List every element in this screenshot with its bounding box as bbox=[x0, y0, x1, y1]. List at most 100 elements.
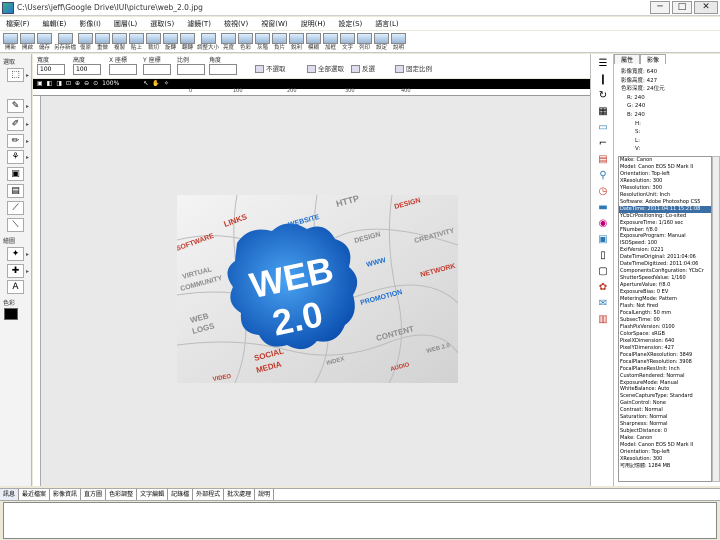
exif-list-item[interactable]: ExposureMode: Manual bbox=[619, 380, 711, 387]
selection-tool-icon[interactable]: ⬚ bbox=[7, 68, 24, 82]
nav-next-icon[interactable]: ◨ bbox=[56, 79, 62, 89]
expand-arrow-icon[interactable]: ▸ bbox=[26, 121, 29, 128]
exif-list-item[interactable]: WhiteBalance: Auto bbox=[619, 386, 711, 393]
text-tool-icon[interactable]: A bbox=[7, 280, 24, 294]
nav-prev-icon[interactable]: ◧ bbox=[47, 79, 53, 89]
exif-list-item[interactable]: SceneCaptureType: Standard bbox=[619, 393, 711, 400]
tab-image[interactable]: 影像 bbox=[640, 54, 667, 64]
exif-scrollbar[interactable] bbox=[712, 156, 720, 482]
exif-list-item[interactable]: ResolutionUnit: Inch bbox=[619, 192, 711, 199]
gradient-tool-icon[interactable]: ▤ bbox=[7, 184, 24, 198]
exif-list-item[interactable]: FocalPlaneXResolution: 3849 bbox=[619, 352, 711, 359]
bottom-tab[interactable]: 影像資訊 bbox=[50, 489, 82, 500]
toolbar-button[interactable]: 列印 bbox=[357, 33, 373, 52]
exif-list-item[interactable]: Make: Canon bbox=[619, 435, 711, 442]
toolbar-button[interactable]: 裁切 bbox=[146, 33, 162, 52]
bottom-tab[interactable]: 文字編輯 bbox=[137, 489, 169, 500]
eyedropper-tool-icon[interactable]: ⟋ bbox=[7, 201, 24, 215]
exif-list-item[interactable]: ISOSpeed: 100 bbox=[619, 240, 711, 247]
expand-arrow-icon[interactable]: ▸ bbox=[26, 251, 29, 258]
menu-settings[interactable]: 設定(S) bbox=[338, 19, 362, 29]
expand-arrow-icon[interactable]: ▸ bbox=[26, 138, 29, 145]
bottom-tab[interactable]: 外部程式 bbox=[193, 489, 225, 500]
toolbar-button[interactable]: 重做 bbox=[95, 33, 111, 52]
menu-edit[interactable]: 編輯(E) bbox=[43, 19, 67, 29]
exif-list-item[interactable]: FocalLength: 50 mm bbox=[619, 310, 711, 317]
expand-arrow-icon[interactable]: ▸ bbox=[26, 268, 29, 275]
exif-list-item[interactable]: ApertureValue: f/8.0 bbox=[619, 282, 711, 289]
menu-filter[interactable]: 濾鏡(T) bbox=[187, 19, 211, 29]
info-icon[interactable]: ❙ bbox=[596, 74, 610, 86]
toolbar-button[interactable]: 文字 bbox=[340, 33, 356, 52]
exif-list-item[interactable]: XResolution: 300 bbox=[619, 456, 711, 463]
exif-list-item[interactable]: XResolution: 300 bbox=[619, 178, 711, 185]
exif-list-item[interactable]: DateTimeDigitized: 2011:04:06 bbox=[619, 261, 711, 268]
exif-list-item[interactable]: ColorSpace: sRGB bbox=[619, 331, 711, 338]
exif-list-item[interactable]: ExifVersion: 0221 bbox=[619, 247, 711, 254]
menu-view[interactable]: 檢視(V) bbox=[224, 19, 248, 29]
eraser-tool-icon[interactable]: ✐ bbox=[7, 117, 24, 131]
bottom-tab[interactable]: 批次處理 bbox=[224, 489, 256, 500]
zoom-level[interactable]: 100% bbox=[102, 79, 119, 89]
minimize-button[interactable]: ─ bbox=[650, 1, 670, 14]
zoom-actual-icon[interactable]: ⊙ bbox=[93, 79, 98, 89]
toolbar-button[interactable]: 色彩 bbox=[238, 33, 254, 52]
expand-arrow-icon[interactable]: ▸ bbox=[26, 154, 29, 161]
ratio-input[interactable] bbox=[177, 64, 205, 75]
toolbar-button[interactable]: 加框 bbox=[323, 33, 339, 52]
line-tool-icon[interactable]: ⟍ bbox=[7, 218, 24, 232]
bottom-tab[interactable]: 最近檔案 bbox=[19, 489, 51, 500]
clock-icon[interactable]: ◷ bbox=[596, 186, 610, 198]
exif-list-item[interactable]: MeteringMode: Pattern bbox=[619, 296, 711, 303]
toolbar-button[interactable]: 設定 bbox=[374, 33, 390, 52]
tab-properties[interactable]: 屬性 bbox=[614, 54, 641, 64]
height-input[interactable]: 100 bbox=[73, 64, 101, 75]
exif-list-item[interactable]: FNumber: f/8.0 bbox=[619, 227, 711, 234]
zoom-out-icon[interactable]: ⊖ bbox=[84, 79, 89, 89]
exif-list-item[interactable]: SubjectDistance: 0 bbox=[619, 428, 711, 435]
toolbar-button[interactable]: 復原 bbox=[78, 33, 94, 52]
bag-icon[interactable]: ◉ bbox=[596, 218, 610, 230]
exif-list-item[interactable]: Flash: Not fired bbox=[619, 303, 711, 310]
exif-list-item[interactable]: ExposureTime: 1/160 sec bbox=[619, 220, 711, 227]
menu-select[interactable]: 選取(S) bbox=[150, 19, 174, 29]
menu-image[interactable]: 影像(I) bbox=[79, 19, 101, 29]
fit-icon[interactable]: ⊡ bbox=[66, 79, 71, 89]
rotate-icon[interactable]: ↻ bbox=[596, 90, 610, 102]
exif-list-item[interactable]: 可用記憶體: 1284 MB bbox=[619, 463, 711, 470]
exif-list-item[interactable]: FocalPlaneYResolution: 3908 bbox=[619, 359, 711, 366]
toolbar-button[interactable]: 銳利 bbox=[289, 33, 305, 52]
exif-list-item[interactable]: SubsecTime: 00 bbox=[619, 317, 711, 324]
expand-arrow-icon[interactable]: ▸ bbox=[26, 72, 29, 79]
exif-list-item[interactable]: ShutterSpeedValue: 1/160 bbox=[619, 275, 711, 282]
toolbar-button[interactable]: 旋轉 bbox=[163, 33, 179, 52]
exif-list-item[interactable]: YCbCrPositioning: Co-sited bbox=[619, 213, 711, 220]
angle-input[interactable] bbox=[209, 64, 237, 75]
stamp-tool-icon[interactable]: ⚘ bbox=[7, 150, 24, 164]
bottom-tab[interactable]: 說明 bbox=[255, 489, 275, 500]
exif-list-item[interactable]: ExposureProgram: Manual bbox=[619, 233, 711, 240]
red-eye-tool-icon[interactable]: ✚ bbox=[7, 264, 24, 278]
bottom-tab[interactable]: 記錄檔 bbox=[168, 489, 194, 500]
toolbar-button[interactable]: 另存新檔 bbox=[54, 33, 76, 52]
select-all-button[interactable]: 全部選取 bbox=[307, 63, 344, 73]
deselect-button[interactable]: 不選取 bbox=[255, 63, 286, 73]
exif-list-item[interactable]: FocalPlaneResUnit: Inch bbox=[619, 366, 711, 373]
exif-list-item[interactable]: FlashPixVersion: 0100 bbox=[619, 324, 711, 331]
exif-list[interactable]: Make: Canon Model: Canon EOS 5D Mark II Or… bbox=[618, 156, 712, 482]
color-picker-icon[interactable]: ✦ bbox=[7, 247, 24, 261]
maximize-button[interactable]: □ bbox=[672, 1, 692, 14]
output-console[interactable] bbox=[3, 502, 717, 539]
chart-icon[interactable]: ▥ bbox=[596, 314, 610, 326]
exif-list-item[interactable]: Orientation: Top-left bbox=[619, 171, 711, 178]
film-icon[interactable]: ▬ bbox=[596, 202, 610, 214]
fixed-ratio-button[interactable]: 固定比例 bbox=[395, 63, 432, 73]
toolbar-button[interactable]: 說明 bbox=[391, 33, 407, 52]
exif-list-item[interactable]: ExposureBias: 0 EV bbox=[619, 289, 711, 296]
page-icon[interactable]: ▢ bbox=[596, 266, 610, 278]
exif-list-item[interactable]: Model: Canon EOS 5D Mark II bbox=[619, 164, 711, 171]
exif-list-item[interactable]: Software: Adobe Photoshop CS5 bbox=[619, 199, 711, 206]
layers-icon[interactable]: ▤ bbox=[596, 154, 610, 166]
grid-icon[interactable]: ▦ bbox=[596, 106, 610, 118]
bottom-tab[interactable]: 色彩調整 bbox=[106, 489, 138, 500]
